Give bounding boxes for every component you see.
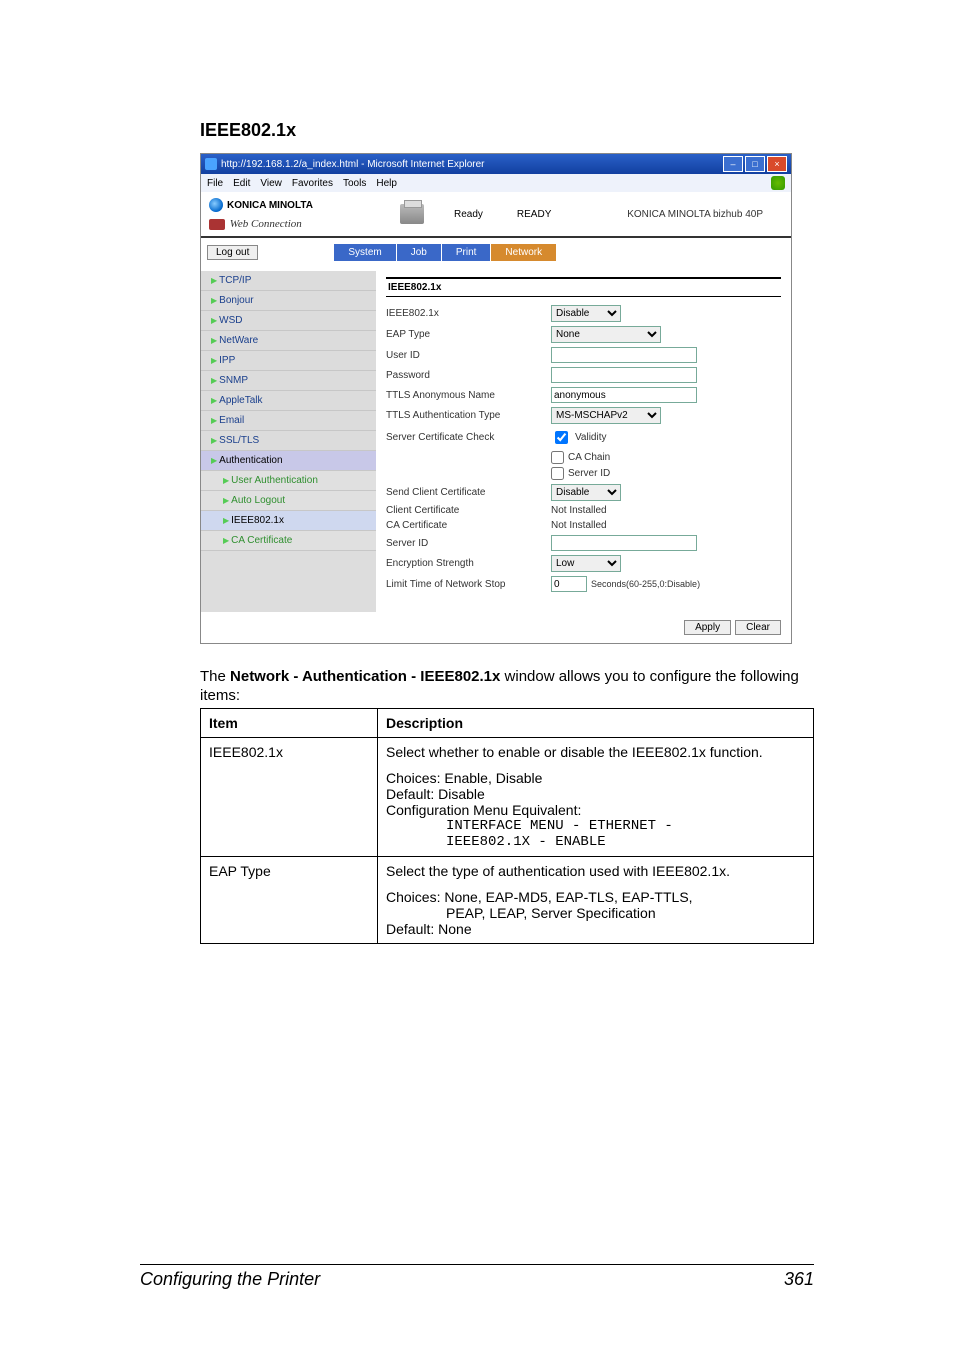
sidebar: ▶TCP/IP ▶Bonjour ▶WSD ▶NetWare ▶IPP ▶SNM… xyxy=(201,271,376,612)
ttls-auth-select[interactable]: MS-MSCHAPv2 xyxy=(551,407,661,424)
server-cert-check-label: Server Certificate Check xyxy=(386,432,551,443)
password-label: Password xyxy=(386,370,551,381)
panel-title: IEEE802.1x xyxy=(386,277,781,297)
ie-throbber-icon xyxy=(771,176,785,190)
footer-page-number: 361 xyxy=(784,1269,814,1290)
status-banner: READY xyxy=(513,208,555,221)
ttls-anon-input[interactable] xyxy=(551,387,697,403)
km-logo-icon xyxy=(209,198,223,212)
sidebar-item-tcpip[interactable]: ▶TCP/IP xyxy=(201,271,376,291)
cell-desc: Select the type of authentication used w… xyxy=(378,856,814,943)
ttls-auth-label: TTLS Authentication Type xyxy=(386,410,551,421)
send-client-cert-select[interactable]: Disable xyxy=(551,484,621,501)
enc-strength-select[interactable]: Low xyxy=(551,555,621,572)
minimize-icon[interactable]: – xyxy=(723,156,743,172)
sidebar-item-appletalk[interactable]: ▶AppleTalk xyxy=(201,391,376,411)
window-title: http://192.168.1.2/a_index.html - Micros… xyxy=(221,159,484,170)
eap-type-label: EAP Type xyxy=(386,329,551,340)
ca-cert-label: CA Certificate xyxy=(386,520,551,531)
cb-validity[interactable] xyxy=(555,431,568,444)
sidebar-item-bonjour[interactable]: ▶Bonjour xyxy=(201,291,376,311)
sidebar-item-snmp[interactable]: ▶SNMP xyxy=(201,371,376,391)
client-cert-value: Not Installed xyxy=(551,505,607,516)
footer-left: Configuring the Printer xyxy=(140,1269,320,1290)
sidebar-item-ca-cert[interactable]: ▶CA Certificate xyxy=(201,531,376,551)
main-panel: IEEE802.1x IEEE802.1x Disable EAP Type N… xyxy=(376,271,791,612)
apply-button[interactable]: Apply xyxy=(684,620,731,635)
printer-icon xyxy=(400,204,424,224)
tab-job[interactable]: Job xyxy=(397,244,442,261)
sidebar-item-ipp[interactable]: ▶IPP xyxy=(201,351,376,371)
model-name: KONICA MINOLTA bizhub 40P xyxy=(627,209,783,220)
limit-time-hint: Seconds(60-255,0:Disable) xyxy=(591,579,700,589)
cb-server-id[interactable] xyxy=(551,467,564,480)
th-desc: Description xyxy=(378,708,814,737)
sidebar-item-user-auth[interactable]: ▶User Authentication xyxy=(201,471,376,491)
menu-edit[interactable]: Edit xyxy=(233,178,250,189)
section-heading: IEEE802.1x xyxy=(200,120,814,141)
ttls-anon-label: TTLS Anonymous Name xyxy=(386,390,551,401)
eap-type-select[interactable]: None xyxy=(551,326,661,343)
status-ready: Ready xyxy=(454,209,483,220)
user-id-label: User ID xyxy=(386,350,551,361)
ieee-select[interactable]: Disable xyxy=(551,305,621,322)
ieee-label: IEEE802.1x xyxy=(386,308,551,319)
menu-view[interactable]: View xyxy=(260,178,282,189)
tab-system[interactable]: System xyxy=(334,244,396,261)
ie-icon xyxy=(205,158,217,170)
sidebar-item-authentication[interactable]: ▶Authentication xyxy=(201,451,376,471)
cell-desc: Select whether to enable or disable the … xyxy=(378,737,814,856)
window-titlebar: http://192.168.1.2/a_index.html - Micros… xyxy=(201,154,791,174)
cb-ca-chain[interactable] xyxy=(551,451,564,464)
intro-text: The Network - Authentication - IEEE802.1… xyxy=(200,668,814,706)
sidebar-item-wsd[interactable]: ▶WSD xyxy=(201,311,376,331)
page-footer: Configuring the Printer 361 xyxy=(140,1264,814,1290)
menu-tools[interactable]: Tools xyxy=(343,178,366,189)
sidebar-item-auto-logout[interactable]: ▶Auto Logout xyxy=(201,491,376,511)
cb-ca-chain-label: CA Chain xyxy=(568,452,610,463)
server-id-input[interactable] xyxy=(551,535,697,551)
cb-server-id-label: Server ID xyxy=(568,468,610,479)
sidebar-item-netware[interactable]: ▶NetWare xyxy=(201,331,376,351)
brand: KONICA MINOLTA xyxy=(209,198,384,212)
server-id-label: Server ID xyxy=(386,538,551,549)
table-row: IEEE802.1x Select whether to enable or d… xyxy=(201,737,814,856)
sidebar-item-ieee8021x[interactable]: ▶IEEE802.1x xyxy=(201,511,376,531)
maximize-icon[interactable]: □ xyxy=(745,156,765,172)
clear-button[interactable]: Clear xyxy=(735,620,781,635)
browser-menubar: File Edit View Favorites Tools Help xyxy=(201,174,791,192)
sidebar-item-email[interactable]: ▶Email xyxy=(201,411,376,431)
enc-strength-label: Encryption Strength xyxy=(386,558,551,569)
logout-button[interactable]: Log out xyxy=(207,245,258,260)
limit-time-label: Limit Time of Network Stop xyxy=(386,579,551,590)
sidebar-item-ssltls[interactable]: ▶SSL/TLS xyxy=(201,431,376,451)
menu-favorites[interactable]: Favorites xyxy=(292,178,333,189)
password-input[interactable] xyxy=(551,367,697,383)
cell-item: IEEE802.1x xyxy=(201,737,378,856)
table-row: EAP Type Select the type of authenticati… xyxy=(201,856,814,943)
ca-cert-value: Not Installed xyxy=(551,520,607,531)
send-client-cert-label: Send Client Certificate xyxy=(386,487,551,498)
menu-file[interactable]: File xyxy=(207,178,223,189)
tab-print[interactable]: Print xyxy=(442,244,492,261)
pagescope-badge-icon xyxy=(209,219,225,230)
limit-time-input[interactable] xyxy=(551,576,587,592)
menu-help[interactable]: Help xyxy=(376,178,397,189)
browser-window: http://192.168.1.2/a_index.html - Micros… xyxy=(200,153,792,644)
client-cert-label: Client Certificate xyxy=(386,505,551,516)
description-table: Item Description IEEE802.1x Select wheth… xyxy=(200,708,814,944)
cell-item: EAP Type xyxy=(201,856,378,943)
product-line: Web Connection xyxy=(209,218,384,230)
user-id-input[interactable] xyxy=(551,347,697,363)
close-icon[interactable]: × xyxy=(767,156,787,172)
th-item: Item xyxy=(201,708,378,737)
tab-network[interactable]: Network xyxy=(491,244,557,261)
cb-validity-label: Validity xyxy=(575,432,607,443)
brand-text: KONICA MINOLTA xyxy=(227,200,313,211)
tab-strip: System Job Print Network xyxy=(334,244,557,261)
